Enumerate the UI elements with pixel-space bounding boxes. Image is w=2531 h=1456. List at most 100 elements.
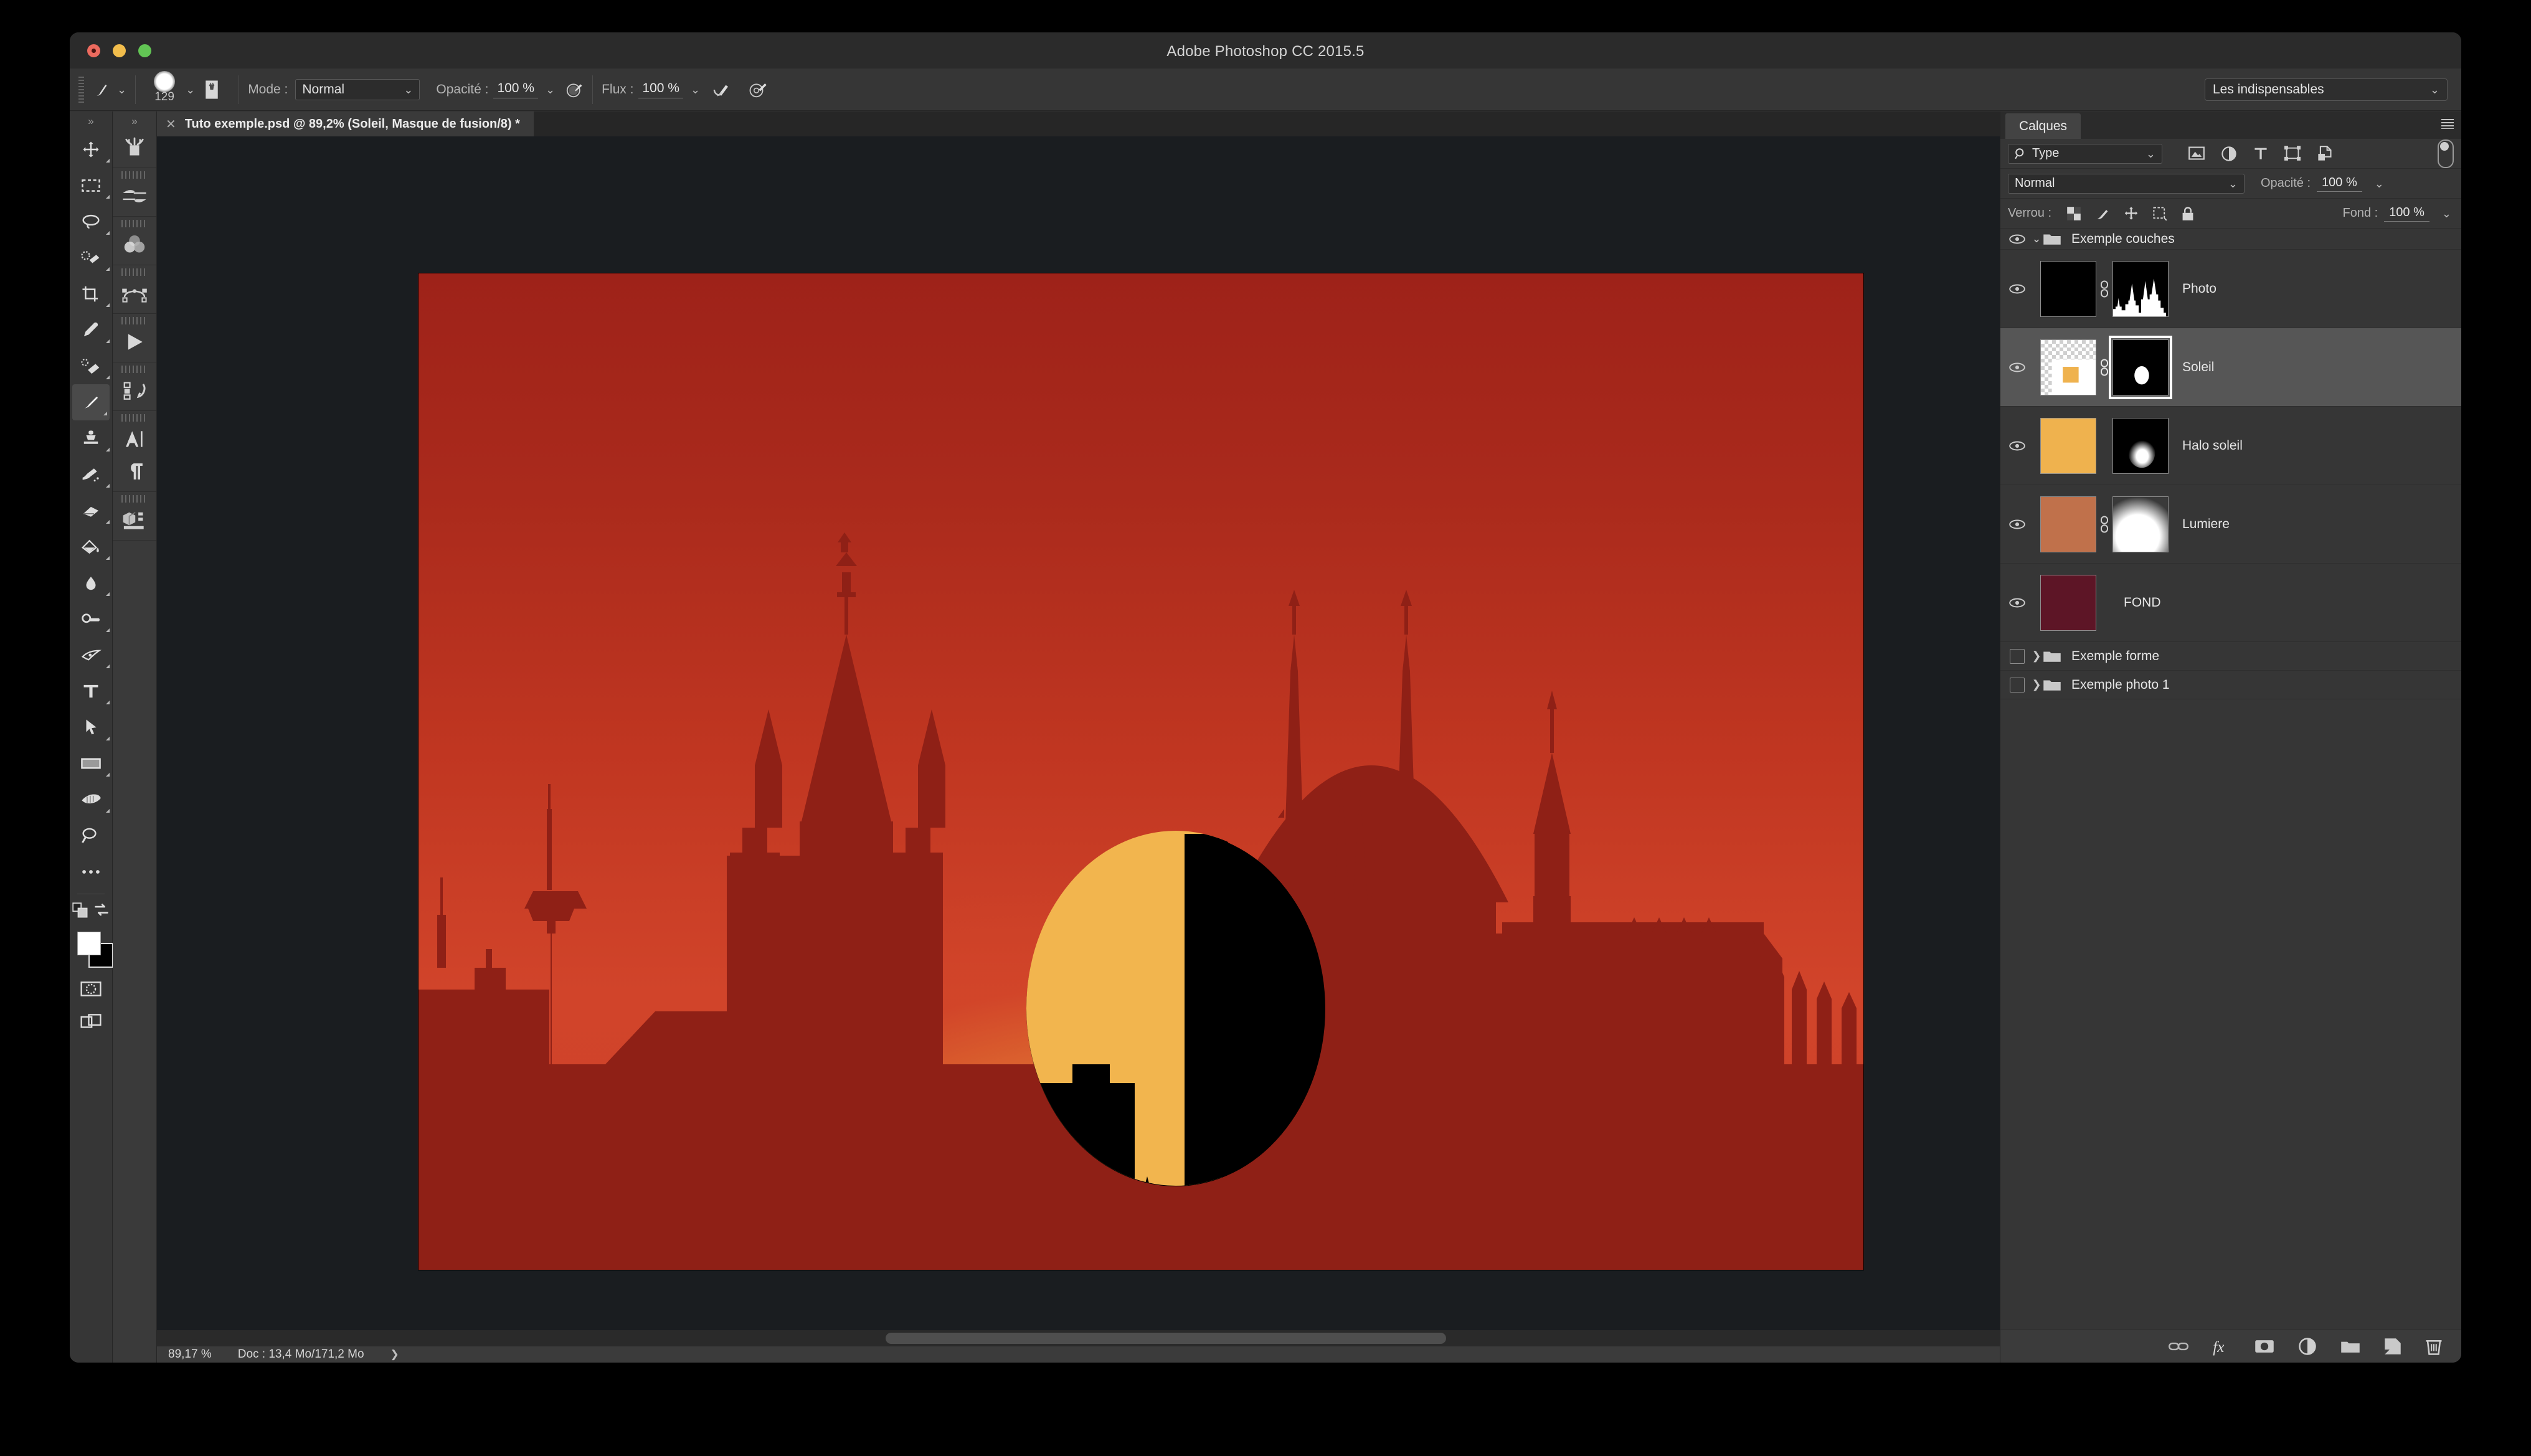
zoom-tool[interactable] bbox=[70, 818, 112, 854]
layer-row-halo-soleil[interactable]: Halo soleil bbox=[2000, 407, 2461, 485]
chevron-right-icon[interactable]: ❯ bbox=[390, 1348, 399, 1361]
layer-visibility-toggle[interactable] bbox=[2004, 234, 2030, 245]
layer-row-group-exemple-couches[interactable]: ⌄ Exemple couches bbox=[2000, 229, 2461, 250]
delete-layer-icon[interactable] bbox=[2425, 1337, 2443, 1356]
layer-visibility-toggle[interactable] bbox=[2004, 677, 2030, 693]
chevron-right-icon[interactable]: ❯ bbox=[2030, 678, 2043, 691]
blend-mode-select[interactable]: Normal ⌄ bbox=[295, 78, 420, 100]
chevron-down-icon[interactable]: ⌄ bbox=[2442, 208, 2451, 219]
layer-row-lumiere[interactable]: Lumiere bbox=[2000, 485, 2461, 564]
layer-visibility-toggle[interactable] bbox=[2004, 362, 2030, 373]
history-undo-icon[interactable] bbox=[113, 374, 156, 407]
chevron-right-icon[interactable]: ❯ bbox=[2030, 650, 2043, 663]
layer-visibility-toggle[interactable] bbox=[2004, 283, 2030, 295]
add-layer-mask-icon[interactable] bbox=[2254, 1338, 2274, 1354]
smoothing-icon[interactable] bbox=[749, 80, 767, 99]
type-tool[interactable] bbox=[70, 673, 112, 709]
shape-layer-filter-icon[interactable] bbox=[2284, 145, 2301, 162]
quick-mask-icon[interactable] bbox=[70, 973, 112, 1005]
layer-filter-type-select[interactable]: Type ⌄ bbox=[2008, 143, 2162, 164]
clone-stamp-tool[interactable] bbox=[70, 420, 112, 456]
pressure-opacity-icon[interactable] bbox=[565, 80, 584, 99]
chevron-down-icon[interactable]: ⌄ bbox=[117, 84, 126, 95]
tab-calques[interactable]: Calques bbox=[2005, 113, 2081, 139]
secondary-dock-collapse[interactable]: » bbox=[113, 111, 156, 131]
layer-visibility-toggle[interactable] bbox=[2004, 597, 2030, 608]
lock-position-icon[interactable] bbox=[2124, 206, 2139, 221]
brush-preset-preview[interactable]: 129 bbox=[144, 70, 184, 107]
layer-mask-thumbnail[interactable] bbox=[2112, 496, 2169, 552]
panel-menu-icon[interactable] bbox=[2441, 119, 2454, 129]
cube-3d-icon[interactable] bbox=[113, 504, 156, 536]
blur-tool[interactable] bbox=[70, 565, 112, 601]
filter-enable-toggle[interactable] bbox=[2438, 139, 2454, 168]
crop-tool[interactable] bbox=[70, 276, 112, 312]
options-bar-grip[interactable] bbox=[78, 76, 84, 103]
default-colors-icon[interactable] bbox=[72, 902, 88, 919]
layer-mask-thumbnail[interactable] bbox=[2112, 260, 2169, 317]
bezier-path-icon[interactable] bbox=[113, 277, 156, 310]
link-icon[interactable] bbox=[2096, 280, 2112, 298]
layer-visibility-toggle[interactable] bbox=[2004, 648, 2030, 664]
layer-blend-mode-select[interactable]: Normal ⌄ bbox=[2008, 173, 2245, 194]
layer-row-group-exemple-photo-1[interactable]: ❯ Exemple photo 1 bbox=[2000, 671, 2461, 699]
workspace-select[interactable]: Les indispensables ⌄ bbox=[2205, 78, 2448, 101]
dock-grip[interactable] bbox=[121, 495, 148, 503]
healing-brush-tool[interactable] bbox=[70, 348, 112, 384]
hand-tool[interactable] bbox=[70, 782, 112, 818]
opacity-input[interactable]: 100 % bbox=[493, 81, 538, 98]
flow-input[interactable]: 100 % bbox=[638, 81, 683, 98]
chevron-down-icon[interactable]: ⌄ bbox=[2375, 178, 2384, 189]
pixel-layer-filter-icon[interactable] bbox=[2188, 146, 2205, 162]
character-A-icon[interactable] bbox=[113, 423, 156, 455]
adjustment-layer-filter-icon[interactable] bbox=[2221, 146, 2237, 162]
chevron-down-icon[interactable]: ⌄ bbox=[691, 84, 700, 95]
color-circles-icon[interactable] bbox=[113, 229, 156, 261]
fill-value[interactable]: 100 % bbox=[2384, 206, 2429, 222]
chevron-down-icon[interactable]: ⌄ bbox=[546, 84, 555, 95]
dock-grip[interactable] bbox=[121, 414, 148, 422]
airbrush-icon[interactable] bbox=[711, 80, 731, 99]
brush-tool[interactable] bbox=[72, 384, 110, 420]
link-icon[interactable] bbox=[2096, 358, 2112, 377]
play-triangle-icon[interactable] bbox=[113, 326, 156, 358]
link-layers-icon[interactable] bbox=[2169, 1339, 2188, 1354]
eraser-tool[interactable] bbox=[70, 493, 112, 529]
dock-grip[interactable] bbox=[121, 268, 148, 276]
smart-object-filter-icon[interactable] bbox=[2317, 145, 2333, 162]
layer-thumbnail[interactable] bbox=[2040, 339, 2096, 395]
gradient-bucket-tool[interactable] bbox=[70, 529, 112, 565]
foreground-color-swatch[interactable] bbox=[77, 932, 101, 955]
layer-mask-thumbnail[interactable] bbox=[2109, 335, 2172, 399]
rectangle-shape-tool[interactable] bbox=[70, 745, 112, 782]
artboard[interactable] bbox=[419, 273, 1863, 1270]
move-tool[interactable] bbox=[70, 131, 112, 168]
dock-grip[interactable] bbox=[121, 220, 148, 227]
quick-selection-tool[interactable] bbox=[70, 240, 112, 276]
lock-image-pixels-icon[interactable] bbox=[2095, 206, 2110, 221]
layer-row-group-exemple-forme[interactable]: ❯ Exemple forme bbox=[2000, 642, 2461, 671]
layer-list[interactable]: ⌄ Exemple couches Photo Soleil Halo sole… bbox=[2000, 229, 2461, 1330]
swap-colors-icon[interactable] bbox=[93, 902, 110, 919]
lock-all-icon[interactable] bbox=[2181, 206, 2195, 221]
pen-tool[interactable] bbox=[70, 637, 112, 673]
dodge-tool[interactable] bbox=[70, 601, 112, 637]
layer-visibility-toggle[interactable] bbox=[2004, 440, 2030, 451]
paragraph-pilcrow-icon[interactable] bbox=[113, 455, 156, 488]
layer-thumbnail[interactable] bbox=[2040, 574, 2096, 631]
layer-opacity-value[interactable]: 100 % bbox=[2317, 176, 2362, 192]
brush-jar-icon[interactable] bbox=[113, 131, 156, 164]
lasso-tool[interactable] bbox=[70, 204, 112, 240]
close-tab-icon[interactable]: ✕ bbox=[166, 116, 176, 132]
path-selection-tool[interactable] bbox=[70, 709, 112, 745]
tools-panel-collapse[interactable]: » bbox=[70, 111, 112, 131]
type-layer-filter-icon[interactable] bbox=[2253, 146, 2268, 162]
layer-visibility-toggle[interactable] bbox=[2004, 519, 2030, 530]
dock-grip[interactable] bbox=[121, 366, 148, 373]
brush-preset-chevron-icon[interactable]: ⌄ bbox=[186, 84, 195, 95]
horizontal-scroll-thumb[interactable] bbox=[886, 1333, 1446, 1344]
chevron-down-icon[interactable]: ⌄ bbox=[2030, 232, 2043, 245]
history-brush-tool[interactable] bbox=[70, 456, 112, 493]
dock-grip[interactable] bbox=[121, 171, 148, 179]
lock-artboard-nesting-icon[interactable] bbox=[2152, 206, 2167, 221]
